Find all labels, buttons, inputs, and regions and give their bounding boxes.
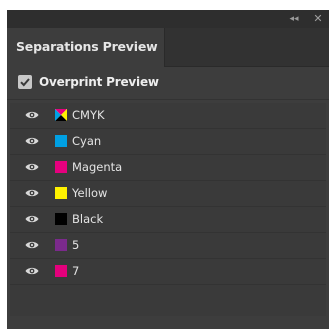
black-swatch: [55, 213, 67, 225]
cyan-swatch: [55, 135, 67, 147]
separation-row-black[interactable]: Black: [10, 207, 326, 233]
overprint-preview-row[interactable]: Overprint Preview: [7, 67, 329, 100]
yellow-swatch: [55, 187, 67, 199]
separation-row-7[interactable]: 7: [10, 259, 326, 285]
separation-row-yellow[interactable]: Yellow: [10, 181, 326, 207]
panel-tab-strip: Separations Preview: [7, 28, 329, 67]
panel-footer: [10, 316, 326, 329]
panel-titlebar[interactable]: ◂◂ ✕: [7, 10, 329, 28]
spot-color-5-swatch: [55, 239, 67, 251]
eye-icon[interactable]: [25, 266, 39, 276]
separation-row-cyan[interactable]: Cyan: [10, 129, 326, 155]
eye-icon[interactable]: [25, 162, 39, 172]
separation-label: Magenta: [72, 160, 123, 174]
overprint-preview-checkbox[interactable]: [18, 75, 32, 89]
eye-icon[interactable]: [25, 214, 39, 224]
separation-row-cmyk[interactable]: CMYK: [10, 103, 326, 129]
eye-icon[interactable]: [25, 110, 39, 120]
separation-label: Cyan: [72, 134, 102, 148]
separations-list: CMYK Cyan Magenta Yellow Black 5 7: [10, 103, 326, 316]
separations-preview-panel: ◂◂ ✕ Separations Preview Overprint Previ…: [7, 10, 329, 329]
separation-label: 5: [72, 238, 80, 252]
checkmark-icon: [20, 78, 30, 87]
separation-row-magenta[interactable]: Magenta: [10, 155, 326, 181]
cmyk-composite-swatch-icon: [55, 109, 67, 121]
separation-label: CMYK: [72, 108, 105, 122]
eye-icon[interactable]: [25, 240, 39, 250]
separation-row-5[interactable]: 5: [10, 233, 326, 259]
eye-icon[interactable]: [25, 136, 39, 146]
eye-icon[interactable]: [25, 188, 39, 198]
separations-preview-window: ◂◂ ✕ Separations Preview Overprint Previ…: [0, 0, 329, 329]
magenta-swatch: [55, 161, 67, 173]
collapse-panel-icon[interactable]: ◂◂: [287, 13, 301, 25]
close-icon[interactable]: ✕: [311, 12, 325, 26]
spot-color-7-swatch: [55, 265, 67, 277]
separation-label: Yellow: [72, 186, 108, 200]
tab-separations-preview[interactable]: Separations Preview: [7, 28, 165, 67]
separation-label: 7: [72, 264, 80, 278]
overprint-preview-label: Overprint Preview: [39, 75, 159, 89]
separation-label: Black: [72, 212, 104, 226]
